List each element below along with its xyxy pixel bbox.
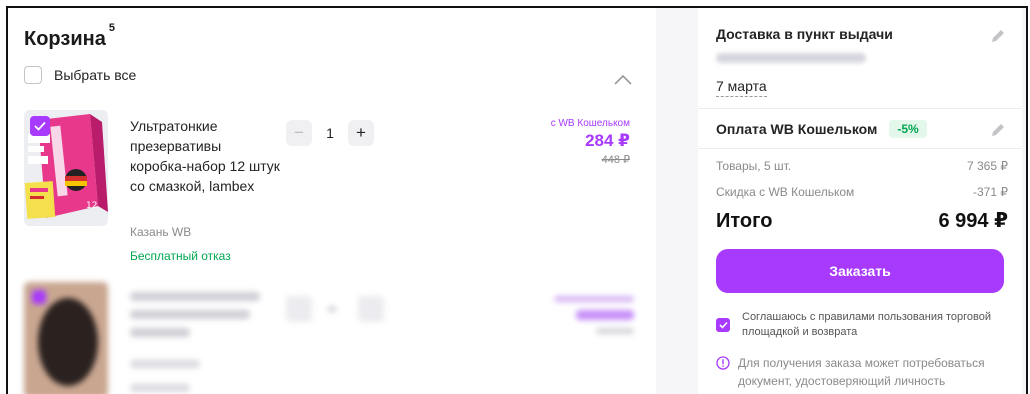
id-note-text: Для получения заказа может потребоваться… bbox=[738, 356, 985, 388]
total-value: 6 994 ₽ bbox=[938, 210, 1008, 232]
goods-line: Товары, 5 шт. 7 365 ₽ bbox=[716, 159, 1008, 173]
chevron-up-icon[interactable] bbox=[613, 74, 633, 86]
blurred-price bbox=[596, 328, 634, 334]
goods-value: 7 365 ₽ bbox=[967, 159, 1008, 173]
edit-pencil-icon[interactable] bbox=[990, 122, 1006, 138]
total-line: Итого 6 994 ₽ bbox=[716, 208, 1008, 233]
quantity-stepper: − 1 + bbox=[286, 120, 374, 146]
payment-method: Оплата WB Кошельком -5% bbox=[716, 120, 1008, 138]
delivery-date[interactable]: 7 марта bbox=[716, 78, 767, 97]
cart-count: 5 bbox=[108, 22, 115, 35]
item-seller: Казань WB bbox=[130, 225, 192, 239]
blurred-text bbox=[130, 384, 190, 392]
terms-checkbox[interactable] bbox=[716, 318, 730, 332]
discount-value: -371 ₽ bbox=[973, 185, 1008, 199]
divider bbox=[698, 108, 1022, 109]
check-icon bbox=[718, 321, 728, 329]
price-wallet-label: с WB Кошельком bbox=[550, 118, 630, 129]
cart-panel: Корзина 5 Выбрать все 12 Ультратонкие пр… bbox=[8, 8, 656, 394]
item-checkbox[interactable] bbox=[30, 116, 50, 136]
product-image[interactable]: 12 bbox=[24, 110, 108, 226]
blurred-text bbox=[130, 310, 250, 319]
info-icon bbox=[716, 356, 730, 370]
blurred-text bbox=[130, 360, 200, 368]
blurred-text bbox=[130, 292, 260, 301]
total-label: Итого bbox=[716, 210, 773, 232]
check-icon bbox=[34, 121, 46, 131]
terms-text[interactable]: Соглашаюсь с правилами пользования торго… bbox=[742, 310, 1008, 340]
delivery-address-blurred bbox=[716, 53, 866, 63]
blurred-qty bbox=[358, 296, 384, 322]
item-name[interactable]: Ультратонкие презервативы коробка-набор … bbox=[130, 116, 280, 196]
select-all[interactable]: Выбрать все bbox=[24, 66, 136, 84]
decrease-button[interactable]: − bbox=[286, 120, 312, 146]
minus-icon: − bbox=[294, 123, 304, 142]
item-refund-note: Бесплатный отказ bbox=[130, 249, 231, 263]
delivery-title: Доставка в пункт выдачи bbox=[716, 26, 893, 42]
increase-button[interactable]: + bbox=[348, 120, 374, 146]
blurred-qty bbox=[328, 306, 336, 312]
price-old: 448 ₽ bbox=[601, 154, 630, 166]
select-all-checkbox[interactable] bbox=[24, 66, 42, 84]
discount-line: Скидка с WB Кошельком -371 ₽ bbox=[716, 185, 1008, 199]
blurred-price bbox=[554, 296, 634, 302]
blurred-price bbox=[576, 310, 634, 320]
blurred-qty bbox=[286, 296, 312, 322]
discount-badge: -5% bbox=[889, 120, 927, 138]
payment-title: Оплата WB Кошельком bbox=[716, 121, 878, 137]
select-all-label: Выбрать все bbox=[54, 67, 137, 83]
discount-label: Скидка с WB Кошельком bbox=[716, 185, 855, 199]
quantity-value: 1 bbox=[326, 125, 334, 141]
cart-title: Корзина 5 bbox=[24, 22, 115, 50]
goods-label: Товары, 5 шт. bbox=[716, 159, 792, 173]
edit-pencil-icon[interactable] bbox=[990, 28, 1006, 44]
item-price: с WB Кошельком 284 ₽ 448 ₽ bbox=[551, 118, 630, 166]
plus-icon: + bbox=[356, 123, 366, 142]
product-image[interactable] bbox=[24, 282, 108, 394]
divider bbox=[698, 148, 1022, 149]
order-button[interactable]: Заказать bbox=[716, 249, 1004, 293]
page-frame: Корзина 5 Выбрать все 12 Ультратонкие пр… bbox=[6, 6, 1028, 394]
order-summary: Доставка в пункт выдачи 7 марта Оплата W… bbox=[698, 8, 1022, 394]
price-current: 284 ₽ bbox=[585, 131, 630, 150]
terms-agreement: Соглашаюсь с правилами пользования торго… bbox=[716, 310, 1008, 340]
svg-text:12: 12 bbox=[86, 201, 97, 211]
id-note: Для получения заказа может потребоваться… bbox=[716, 354, 1008, 390]
blurred-text bbox=[130, 328, 190, 337]
